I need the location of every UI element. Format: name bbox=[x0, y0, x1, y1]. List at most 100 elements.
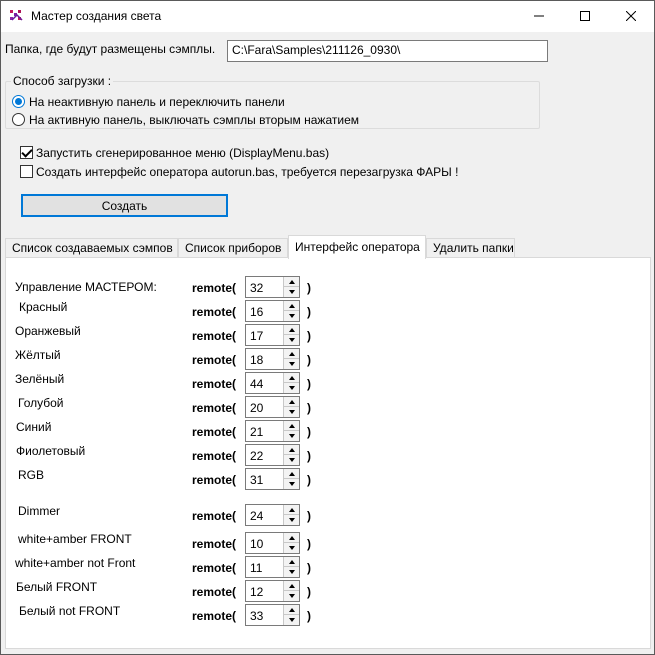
stepper-value[interactable]: 21 bbox=[250, 425, 263, 439]
close-paren: ) bbox=[307, 425, 311, 439]
stepper-up-button[interactable] bbox=[284, 605, 299, 615]
arrow-up-icon bbox=[288, 351, 295, 356]
stepper-up-button[interactable] bbox=[284, 533, 299, 543]
stepper-down-button[interactable] bbox=[284, 479, 299, 489]
tab-devices-list[interactable]: Список приборов bbox=[178, 238, 288, 258]
stepper-down-button[interactable] bbox=[284, 515, 299, 525]
remote-number-stepper[interactable]: 33 bbox=[245, 604, 300, 626]
close-paren: ) bbox=[307, 377, 311, 391]
stepper-value[interactable]: 33 bbox=[250, 609, 263, 623]
remote-number-stepper[interactable]: 16 bbox=[245, 300, 300, 322]
arrow-down-icon bbox=[288, 618, 295, 622]
remote-label: remote( bbox=[192, 305, 237, 319]
stepper-down-button[interactable] bbox=[284, 383, 299, 393]
close-paren: ) bbox=[307, 561, 311, 575]
arrow-down-icon bbox=[288, 290, 295, 294]
stepper-down-button[interactable] bbox=[284, 591, 299, 601]
stepper-value[interactable]: 22 bbox=[250, 449, 263, 463]
stepper-up-button[interactable] bbox=[284, 445, 299, 455]
checkbox-run-menu[interactable] bbox=[20, 146, 33, 159]
checkbox-create-autorun[interactable] bbox=[20, 165, 33, 178]
stepper-up-button[interactable] bbox=[284, 277, 299, 287]
create-button[interactable]: Создать bbox=[21, 194, 228, 217]
close-paren: ) bbox=[307, 281, 311, 295]
arrow-down-icon bbox=[288, 518, 295, 522]
row-label: Голубой bbox=[18, 396, 64, 410]
remote-number-stepper[interactable]: 17 bbox=[245, 324, 300, 346]
remote-label: remote( bbox=[192, 281, 237, 295]
stepper-up-button[interactable] bbox=[284, 325, 299, 335]
arrow-up-icon bbox=[288, 583, 295, 588]
row-label: Жёлтый bbox=[15, 348, 61, 362]
remote-number-stepper[interactable]: 11 bbox=[245, 556, 300, 578]
stepper-buttons bbox=[283, 373, 299, 393]
remote-number-stepper[interactable]: 32 bbox=[245, 276, 300, 298]
close-paren: ) bbox=[307, 473, 311, 487]
stepper-down-button[interactable] bbox=[284, 407, 299, 417]
stepper-value[interactable]: 24 bbox=[250, 509, 263, 523]
remote-number-stepper[interactable]: 22 bbox=[245, 444, 300, 466]
stepper-up-button[interactable] bbox=[284, 469, 299, 479]
stepper-down-button[interactable] bbox=[284, 455, 299, 465]
stepper-up-button[interactable] bbox=[284, 301, 299, 311]
stepper-buttons bbox=[283, 469, 299, 489]
radio-inactive-panel-label[interactable]: На неактивную панель и переключить панел… bbox=[29, 95, 285, 109]
maximize-button[interactable] bbox=[562, 1, 608, 32]
stepper-buttons bbox=[283, 557, 299, 577]
close-paren: ) bbox=[307, 537, 311, 551]
stepper-down-button[interactable] bbox=[284, 431, 299, 441]
remote-label: remote( bbox=[192, 537, 237, 551]
stepper-down-button[interactable] bbox=[284, 615, 299, 625]
stepper-down-button[interactable] bbox=[284, 287, 299, 297]
stepper-buttons bbox=[283, 277, 299, 297]
radio-active-panel[interactable] bbox=[12, 113, 25, 126]
tab-samples-list[interactable]: Список создаваемых сэмпов bbox=[5, 238, 178, 258]
stepper-value[interactable]: 20 bbox=[250, 401, 263, 415]
stepper-value[interactable]: 18 bbox=[250, 353, 263, 367]
remote-number-stepper[interactable]: 31 bbox=[245, 468, 300, 490]
stepper-up-button[interactable] bbox=[284, 349, 299, 359]
stepper-value[interactable]: 16 bbox=[250, 305, 263, 319]
stepper-value[interactable]: 17 bbox=[250, 329, 263, 343]
stepper-value[interactable]: 31 bbox=[250, 473, 263, 487]
close-paren: ) bbox=[307, 401, 311, 415]
stepper-down-button[interactable] bbox=[284, 543, 299, 553]
row-label: Зелёный bbox=[15, 372, 65, 386]
remote-number-stepper[interactable]: 21 bbox=[245, 420, 300, 442]
stepper-up-button[interactable] bbox=[284, 557, 299, 567]
stepper-up-button[interactable] bbox=[284, 421, 299, 431]
stepper-down-button[interactable] bbox=[284, 567, 299, 577]
remote-number-stepper[interactable]: 44 bbox=[245, 372, 300, 394]
stepper-value[interactable]: 12 bbox=[250, 585, 263, 599]
stepper-up-button[interactable] bbox=[284, 505, 299, 515]
arrow-up-icon bbox=[288, 375, 295, 380]
stepper-up-button[interactable] bbox=[284, 581, 299, 591]
remote-number-stepper[interactable]: 24 bbox=[245, 504, 300, 526]
stepper-down-button[interactable] bbox=[284, 311, 299, 321]
radio-inactive-panel[interactable] bbox=[12, 95, 25, 108]
app-icon bbox=[9, 8, 25, 24]
stepper-value[interactable]: 11 bbox=[250, 561, 262, 575]
stepper-value[interactable]: 10 bbox=[250, 537, 263, 551]
radio-active-panel-label[interactable]: На активную панель, выключать сэмплы вто… bbox=[29, 113, 359, 127]
checkbox-run-menu-label[interactable]: Запустить сгенерированное меню (DisplayM… bbox=[36, 146, 329, 160]
arrow-down-icon bbox=[288, 458, 295, 462]
tab-operator-interface[interactable]: Интерфейс оператора bbox=[288, 235, 426, 259]
remote-number-stepper[interactable]: 20 bbox=[245, 396, 300, 418]
stepper-down-button[interactable] bbox=[284, 359, 299, 369]
close-button[interactable] bbox=[608, 1, 654, 32]
stepper-up-button[interactable] bbox=[284, 373, 299, 383]
title-bar[interactable]: Мастер создания света bbox=[1, 1, 654, 32]
stepper-value[interactable]: 32 bbox=[250, 281, 263, 295]
remote-number-stepper[interactable]: 18 bbox=[245, 348, 300, 370]
folder-path-input[interactable]: C:\Fara\Samples\211126_0930\ bbox=[227, 40, 548, 62]
stepper-value[interactable]: 44 bbox=[250, 377, 263, 391]
minimize-button[interactable] bbox=[516, 1, 562, 32]
tab-delete-folders[interactable]: Удалить папки bbox=[426, 238, 515, 258]
remote-number-stepper[interactable]: 12 bbox=[245, 580, 300, 602]
checkbox-create-autorun-label[interactable]: Создать интерфейс оператора autorun.bas,… bbox=[36, 165, 458, 179]
row-label: Синий bbox=[16, 420, 52, 434]
remote-number-stepper[interactable]: 10 bbox=[245, 532, 300, 554]
stepper-down-button[interactable] bbox=[284, 335, 299, 345]
stepper-up-button[interactable] bbox=[284, 397, 299, 407]
